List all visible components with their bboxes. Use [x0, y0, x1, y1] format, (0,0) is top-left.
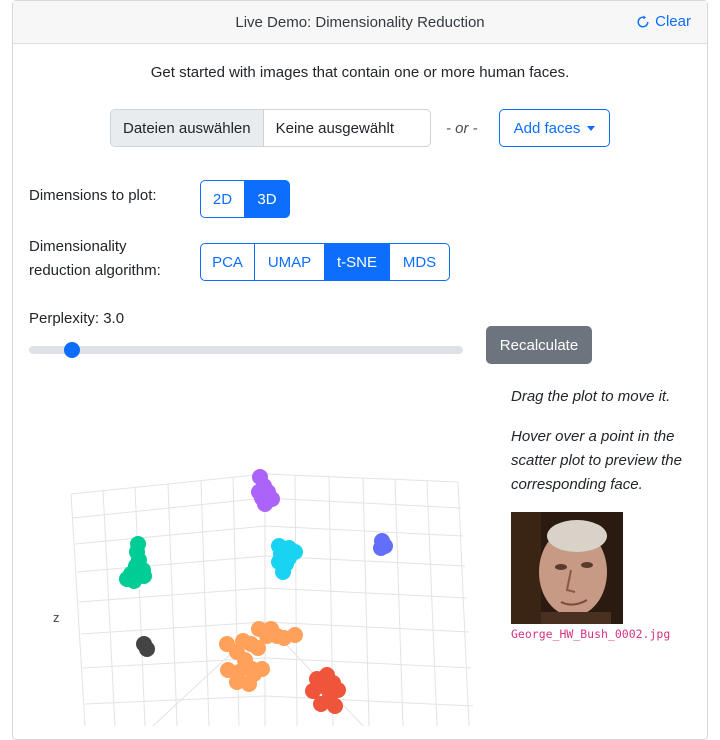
- intro-text: Get started with images that contain one…: [150, 64, 570, 81]
- add-faces-dropdown[interactable]: Add faces: [499, 109, 610, 147]
- choose-files-button[interactable]: Dateien auswählen: [111, 110, 264, 146]
- scatter-point[interactable]: [287, 627, 303, 643]
- hover-hint: Hover over a point in the scatter plot t…: [511, 428, 682, 493]
- algorithm-label-line2: reduction algorithm:: [29, 262, 161, 279]
- scatter-point[interactable]: [241, 676, 257, 692]
- clear-button[interactable]: Clear: [636, 13, 691, 30]
- scatter-point[interactable]: [136, 568, 152, 584]
- clear-label: Clear: [655, 13, 691, 30]
- scatter-point[interactable]: [119, 571, 135, 587]
- refresh-icon: [637, 14, 649, 27]
- scatter-point[interactable]: [275, 564, 291, 580]
- demo-card: Live Demo: Dimensionality Reduction Clea…: [12, 0, 708, 740]
- file-input[interactable]: Dateien auswählen Keine ausgewählt: [110, 109, 431, 147]
- algorithm-label: Dimensionality reduction algorithm:: [29, 235, 161, 283]
- scatter-point[interactable]: [313, 696, 329, 712]
- plot-grid: [70, 473, 474, 726]
- scatter-point[interactable]: [139, 641, 155, 657]
- perplexity-slider[interactable]: [29, 342, 463, 358]
- z-axis-label: z: [53, 610, 60, 625]
- plot-points: [119, 469, 393, 714]
- dimensions-label: Dimensions to plot:: [29, 187, 157, 204]
- dimension-2d-button[interactable]: 2D: [200, 180, 245, 218]
- slider-thumb[interactable]: [64, 342, 81, 358]
- recalculate-button[interactable]: Recalculate: [486, 326, 592, 364]
- algorithm-label-line1: Dimensionality: [29, 238, 127, 255]
- scatter-point[interactable]: [327, 698, 343, 714]
- dimension-3d-button[interactable]: 3D: [244, 180, 290, 218]
- preview-filename: George_HW_Bush_0002.jpg: [511, 627, 671, 641]
- face-preview-image: [511, 512, 623, 624]
- perplexity-label: Perplexity: 3.0: [29, 310, 125, 327]
- or-separator: - or -: [446, 120, 478, 137]
- algorithm-umap-button[interactable]: UMAP: [254, 243, 325, 281]
- page-title: Live Demo: Dimensionality Reduction: [235, 14, 485, 31]
- caret-down-icon: [587, 125, 596, 131]
- file-status: Keine ausgewählt: [275, 119, 395, 137]
- scatter-plot-3d[interactable]: z: [33, 386, 493, 726]
- scatter-point[interactable]: [257, 496, 273, 512]
- card-header: Live Demo: Dimensionality Reduction Clea…: [13, 1, 707, 44]
- drag-hint: Drag the plot to move it.: [511, 388, 671, 405]
- algorithm-pca-button[interactable]: PCA: [200, 243, 255, 281]
- algorithm-mds-button[interactable]: MDS: [389, 243, 450, 281]
- scatter-point[interactable]: [373, 540, 389, 556]
- scatter-point[interactable]: [250, 640, 266, 656]
- dimensions-toggle: 2D 3D: [200, 180, 290, 218]
- algorithm-tsne-button[interactable]: t-SNE: [324, 243, 390, 281]
- add-faces-label: Add faces: [513, 119, 581, 137]
- algorithm-toggle: PCA UMAP t-SNE MDS: [200, 243, 450, 281]
